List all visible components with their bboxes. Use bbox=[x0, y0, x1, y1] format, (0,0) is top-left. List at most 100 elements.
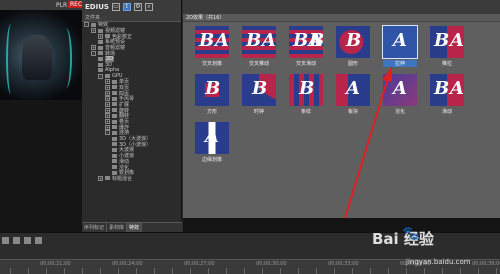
timecode-label: 00;00;24;00 bbox=[112, 261, 143, 267]
thumbnail-glyph: A bbox=[393, 30, 407, 51]
effect-tile[interactable]: A 溶化 bbox=[383, 74, 417, 116]
ruler-tick bbox=[28, 268, 29, 274]
effect-label: 时钟 bbox=[253, 109, 264, 115]
folder-icon bbox=[112, 125, 117, 130]
effect-label: 交叉滑动 bbox=[295, 61, 316, 67]
timecode-label: 00;00;21;00 bbox=[40, 261, 71, 267]
effect-thumbnail: A bbox=[383, 74, 417, 106]
folder-icon[interactable]: ▭ bbox=[111, 3, 120, 11]
ruler-tick bbox=[64, 268, 65, 274]
expand-icon[interactable]: + bbox=[105, 113, 110, 119]
folder-icon bbox=[98, 56, 103, 61]
expand-icon[interactable]: + bbox=[105, 101, 110, 107]
panel-tab[interactable]: 特效 bbox=[127, 223, 143, 232]
thumbnail-glyph: B bbox=[434, 30, 450, 51]
light-streak bbox=[6, 24, 16, 94]
effect-label: 交叉推动 bbox=[248, 61, 269, 67]
folder-icon bbox=[112, 85, 117, 90]
expand-icon[interactable]: + bbox=[105, 107, 110, 113]
player-toolbar: PLR REC bbox=[0, 0, 85, 10]
collapse-icon[interactable]: - bbox=[84, 22, 89, 28]
transition-icon[interactable]: t bbox=[122, 3, 131, 11]
ruler-tick bbox=[262, 268, 263, 274]
folder-header: 文件夹 bbox=[82, 14, 181, 22]
effects-icon[interactable]: ⚙ bbox=[133, 3, 142, 11]
folder-icon bbox=[112, 119, 117, 124]
ruler-tick bbox=[496, 268, 497, 274]
effect-tile[interactable]: B 条纹 bbox=[289, 74, 323, 116]
plr-label[interactable]: PLR bbox=[56, 2, 67, 9]
expand-icon[interactable]: + bbox=[105, 124, 110, 130]
effect-tile[interactable]: A 边缘划像 bbox=[195, 122, 229, 164]
effect-tile[interactable]: B A 滑动 bbox=[430, 74, 464, 116]
thumbnail-glyph: A bbox=[450, 30, 464, 51]
effect-tile[interactable]: A 板块 bbox=[336, 74, 370, 116]
ruler-tick bbox=[388, 268, 389, 274]
expand-icon[interactable]: + bbox=[98, 175, 103, 181]
effect-tile[interactable]: A 拉伸 bbox=[382, 25, 418, 68]
effect-label: 交叉划像 bbox=[201, 61, 222, 67]
expand-icon[interactable]: + bbox=[105, 90, 110, 96]
ruler-tick bbox=[82, 268, 83, 274]
timecode-label: 00;00;27;00 bbox=[184, 261, 215, 267]
effect-thumbnail: BA bbox=[242, 26, 276, 58]
folder-icon bbox=[112, 159, 117, 164]
effects-browser: 2D效果（共16） B A 交叉划像 B A 交叉推动 BA B 交叉滑动 B 圆形 A 拉伸 B A 推拉 B… bbox=[183, 0, 500, 232]
expand-icon[interactable]: + bbox=[105, 84, 110, 90]
effect-label: 圆形 bbox=[347, 61, 358, 67]
effect-thumbnail: B bbox=[195, 74, 229, 106]
effect-tile[interactable]: BA B 交叉滑动 bbox=[289, 26, 323, 68]
folder-icon bbox=[112, 79, 117, 84]
expand-icon[interactable]: + bbox=[105, 96, 110, 102]
effect-thumbnail: A bbox=[195, 122, 229, 154]
ruler-tick bbox=[136, 268, 137, 274]
thumbnail-glyph: A bbox=[450, 78, 464, 99]
collapse-icon[interactable]: - bbox=[91, 50, 96, 56]
thumbnail-glyph: B bbox=[205, 78, 221, 99]
effect-label: 推拉 bbox=[441, 61, 452, 67]
tree-item[interactable]: + 标题混合 bbox=[82, 175, 182, 182]
folder-icon bbox=[112, 130, 117, 135]
effects-toolbar bbox=[183, 0, 500, 14]
effect-label: 方形 bbox=[206, 109, 217, 115]
ruler-tick bbox=[154, 268, 155, 274]
effect-tile[interactable]: B 方形 bbox=[195, 74, 229, 116]
effects-header: 2D效果（共16） bbox=[183, 14, 500, 22]
expand-icon[interactable]: + bbox=[91, 28, 96, 34]
thumbnail-glyph: B bbox=[199, 30, 215, 51]
collapse-icon[interactable]: - bbox=[105, 130, 110, 136]
settings-icon[interactable] bbox=[35, 236, 42, 244]
search-icon[interactable]: ⌕ bbox=[144, 3, 153, 11]
ruler-tick bbox=[442, 268, 443, 274]
expand-icon[interactable]: + bbox=[98, 33, 103, 39]
collapse-icon[interactable]: - bbox=[98, 73, 103, 79]
expand-icon[interactable]: + bbox=[91, 45, 96, 51]
folder-icon bbox=[98, 62, 103, 67]
preview-lower-area bbox=[0, 100, 82, 232]
effect-thumbnail: A bbox=[336, 74, 370, 106]
expand-icon[interactable]: + bbox=[105, 79, 110, 85]
ruler-tick bbox=[172, 268, 173, 274]
ruler-tick bbox=[352, 268, 353, 274]
expand-icon[interactable]: + bbox=[105, 119, 110, 125]
folder-icon bbox=[112, 108, 117, 113]
panel-tab[interactable]: 素材库 bbox=[107, 223, 128, 232]
tree-item-label: 标题混合 bbox=[112, 175, 133, 182]
effects-folder-panel: EDIUS ▭ t ⚙ ⌕ 文件夹 - 特效 + 视频滤镜 + 色彩校正 系统预设 + 音频滤镜… bbox=[82, 0, 182, 232]
effect-tile[interactable]: B A 交叉推动 bbox=[242, 26, 276, 68]
track-icon[interactable] bbox=[13, 236, 20, 244]
ruler-tick bbox=[406, 268, 407, 274]
effect-tile[interactable]: B A 推拉 bbox=[430, 26, 464, 68]
horizontal-scrollbar[interactable] bbox=[183, 218, 500, 232]
thumbnail-glyph: B bbox=[346, 30, 362, 51]
track-icon[interactable] bbox=[2, 236, 9, 244]
thumbnail-glyph: A bbox=[205, 126, 219, 147]
effect-tile[interactable]: B A 交叉划像 bbox=[195, 26, 229, 68]
effect-tile[interactable]: B 圆形 bbox=[336, 26, 370, 68]
effect-thumbnail: B bbox=[289, 74, 323, 106]
effect-label: 溶化 bbox=[394, 109, 405, 115]
effect-tile[interactable]: B 时钟 bbox=[242, 74, 276, 116]
play-icon[interactable] bbox=[24, 236, 31, 244]
panel-tab[interactable]: 序列标记 bbox=[82, 223, 108, 232]
baidu-watermark: Bai 经验 🐾 jingyan.baidu.com bbox=[372, 226, 471, 266]
